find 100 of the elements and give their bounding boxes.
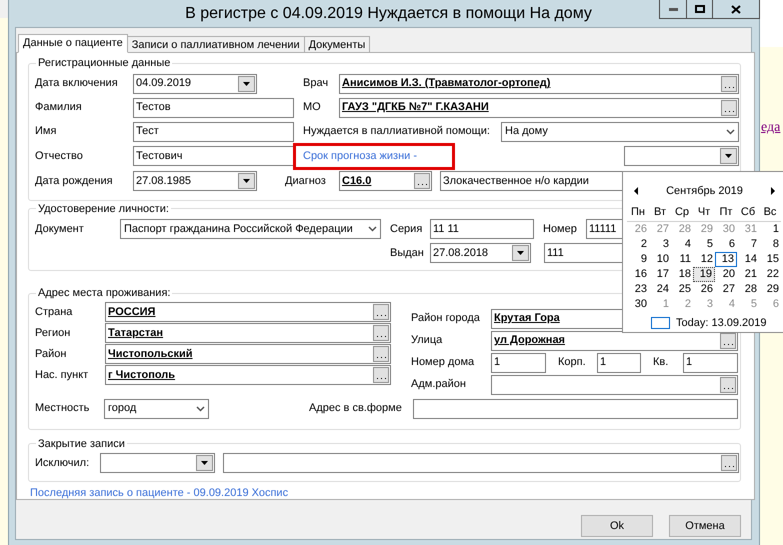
field-label: Местность [35,401,90,416]
dropdown-field[interactable]: город [104,398,209,418]
date-field[interactable]: 04.09.2019 [133,74,257,94]
field-label: Выдан [390,246,425,261]
dropdown-button[interactable] [720,148,737,164]
text-field[interactable]: 1 [597,352,641,372]
calendar-day[interactable]: 25 [671,282,693,296]
calendar-day[interactable]: 12 [693,252,715,266]
lookup-field[interactable]: ул Дорожная [491,330,738,350]
lookup-field[interactable] [491,374,738,394]
date-field[interactable]: 27.08.1985 [133,171,257,191]
dialog-button[interactable]: Отмена [669,515,741,537]
combo-field[interactable] [100,453,215,473]
group-title: Регистрационные данные [37,56,172,71]
caret-down-icon [725,154,732,158]
calendar-day[interactable]: 4 [671,236,693,252]
calendar-day[interactable]: 28 [737,282,759,296]
calendar-day[interactable]: 24 [649,282,671,296]
weekday-label: Вс [762,205,778,220]
lookup-button[interactable] [721,100,737,116]
dropdown-button[interactable] [238,173,255,189]
calendar-day[interactable]: 21 [737,266,759,282]
tab[interactable]: Документы [304,36,370,53]
calendar-day[interactable]: 15 [759,252,781,266]
dropdown-button[interactable] [512,245,529,261]
text-field[interactable] [413,398,738,418]
combo-field[interactable] [624,146,739,166]
lookup-field[interactable]: Татарстан [105,323,391,343]
field-label: Адрес в св.форме [309,401,403,416]
calendar-day[interactable]: 6 [715,236,737,252]
field-label: Дата включения [35,76,119,92]
field-label: Регион [35,326,72,341]
group-title: Адрес места проживания: [37,286,172,301]
tab[interactable]: Данные о пациенте [18,34,128,53]
field-label: Отчество [35,148,84,164]
text-field[interactable]: Тест [133,122,294,142]
group-title: Удостоверение личности: [37,202,170,216]
dropdown-field[interactable]: Паспорт гражданина Российской Федерации [120,219,381,239]
last-record-link[interactable]: Последняя запись о пациенте - 09.09.2019 Хоспис [30,485,754,502]
calendar-day[interactable]: 5 [693,236,715,252]
text-field[interactable]: Тестов [133,98,294,118]
field-label: Район [35,346,68,362]
previous-month-icon[interactable] [634,187,638,195]
lookup-button[interactable] [720,332,736,348]
calendar-day[interactable]: 19 [693,266,715,282]
lookup-button[interactable] [373,367,389,383]
field-label: Фамилия [35,100,83,116]
close-icon [731,4,741,14]
lookup-field[interactable]: РОССИЯ [105,302,391,322]
field-value: Чистопольский [108,346,193,362]
text-field[interactable]: 11 11 [430,219,534,239]
calendar-day[interactable]: 13 [715,252,737,266]
field-value: 27.08.1985 [136,174,192,189]
lookup-field[interactable]: C16.0 [339,171,432,191]
lookup-field[interactable] [223,453,739,473]
calendar-day[interactable]: 30 [627,296,649,312]
calendar-day[interactable]: 22 [759,266,781,282]
field-label: Адм.район [411,377,467,392]
calendar-day[interactable]: 11 [671,252,693,266]
calendar-day[interactable]: 27 [715,282,737,296]
field-value: На дому [505,124,548,140]
lookup-button[interactable] [720,376,736,392]
dropdown-button[interactable] [238,76,255,92]
field-value: 27.08.2018 [433,246,488,261]
field-label: Номер [543,222,578,237]
text-field[interactable]: 1 [491,352,546,372]
field-value: ул Дорожная [494,333,565,348]
text-field[interactable]: Тестович [133,146,294,166]
calendar-day[interactable]: 29 [759,282,781,296]
calendar-day[interactable]: 1 [759,222,781,236]
text-field[interactable]: 1 [683,352,738,372]
dropdown-field[interactable]: На дому [501,122,739,142]
dialog-button[interactable]: Ok [581,515,653,537]
lookup-field[interactable]: Чистопольский [105,344,391,364]
calendar-day[interactable]: 16 [627,266,649,282]
lookup-field[interactable]: ГАУЗ "ДГКБ №7" Г.КАЗАНИ [339,98,739,118]
next-month-icon[interactable] [771,187,775,195]
field-value: Татарстан [108,326,164,341]
lookup-button[interactable] [373,325,389,341]
calendar-day[interactable]: 7 [737,236,759,252]
calendar-day[interactable]: 17 [649,266,671,282]
lookup-button[interactable] [373,304,389,320]
lookup-field[interactable]: г Чистополь [105,365,391,385]
lookup-button[interactable] [721,76,737,92]
background-link[interactable]: еда [761,120,780,135]
calendar-day[interactable]: 23 [627,282,649,296]
lookup-button[interactable] [373,346,389,362]
date-field[interactable]: 27.08.2018 [430,243,531,263]
lookup-field[interactable]: Анисимов И.З. (Травматолог-ортопед) [339,74,739,94]
prognosis-link[interactable]: Срок прогноза жизни - [303,148,418,164]
dropdown-button[interactable] [196,455,213,471]
calendar-day[interactable]: 26 [693,282,715,296]
today-marker-icon [651,316,670,329]
calendar-day[interactable]: 20 [715,266,737,282]
calendar-day[interactable]: 14 [737,252,759,266]
lookup-button[interactable] [721,455,737,471]
calendar-day[interactable]: 8 [759,236,781,252]
field-label: Номер дома [411,355,476,370]
calendar-day[interactable]: 18 [671,266,693,282]
lookup-button[interactable] [414,173,430,189]
